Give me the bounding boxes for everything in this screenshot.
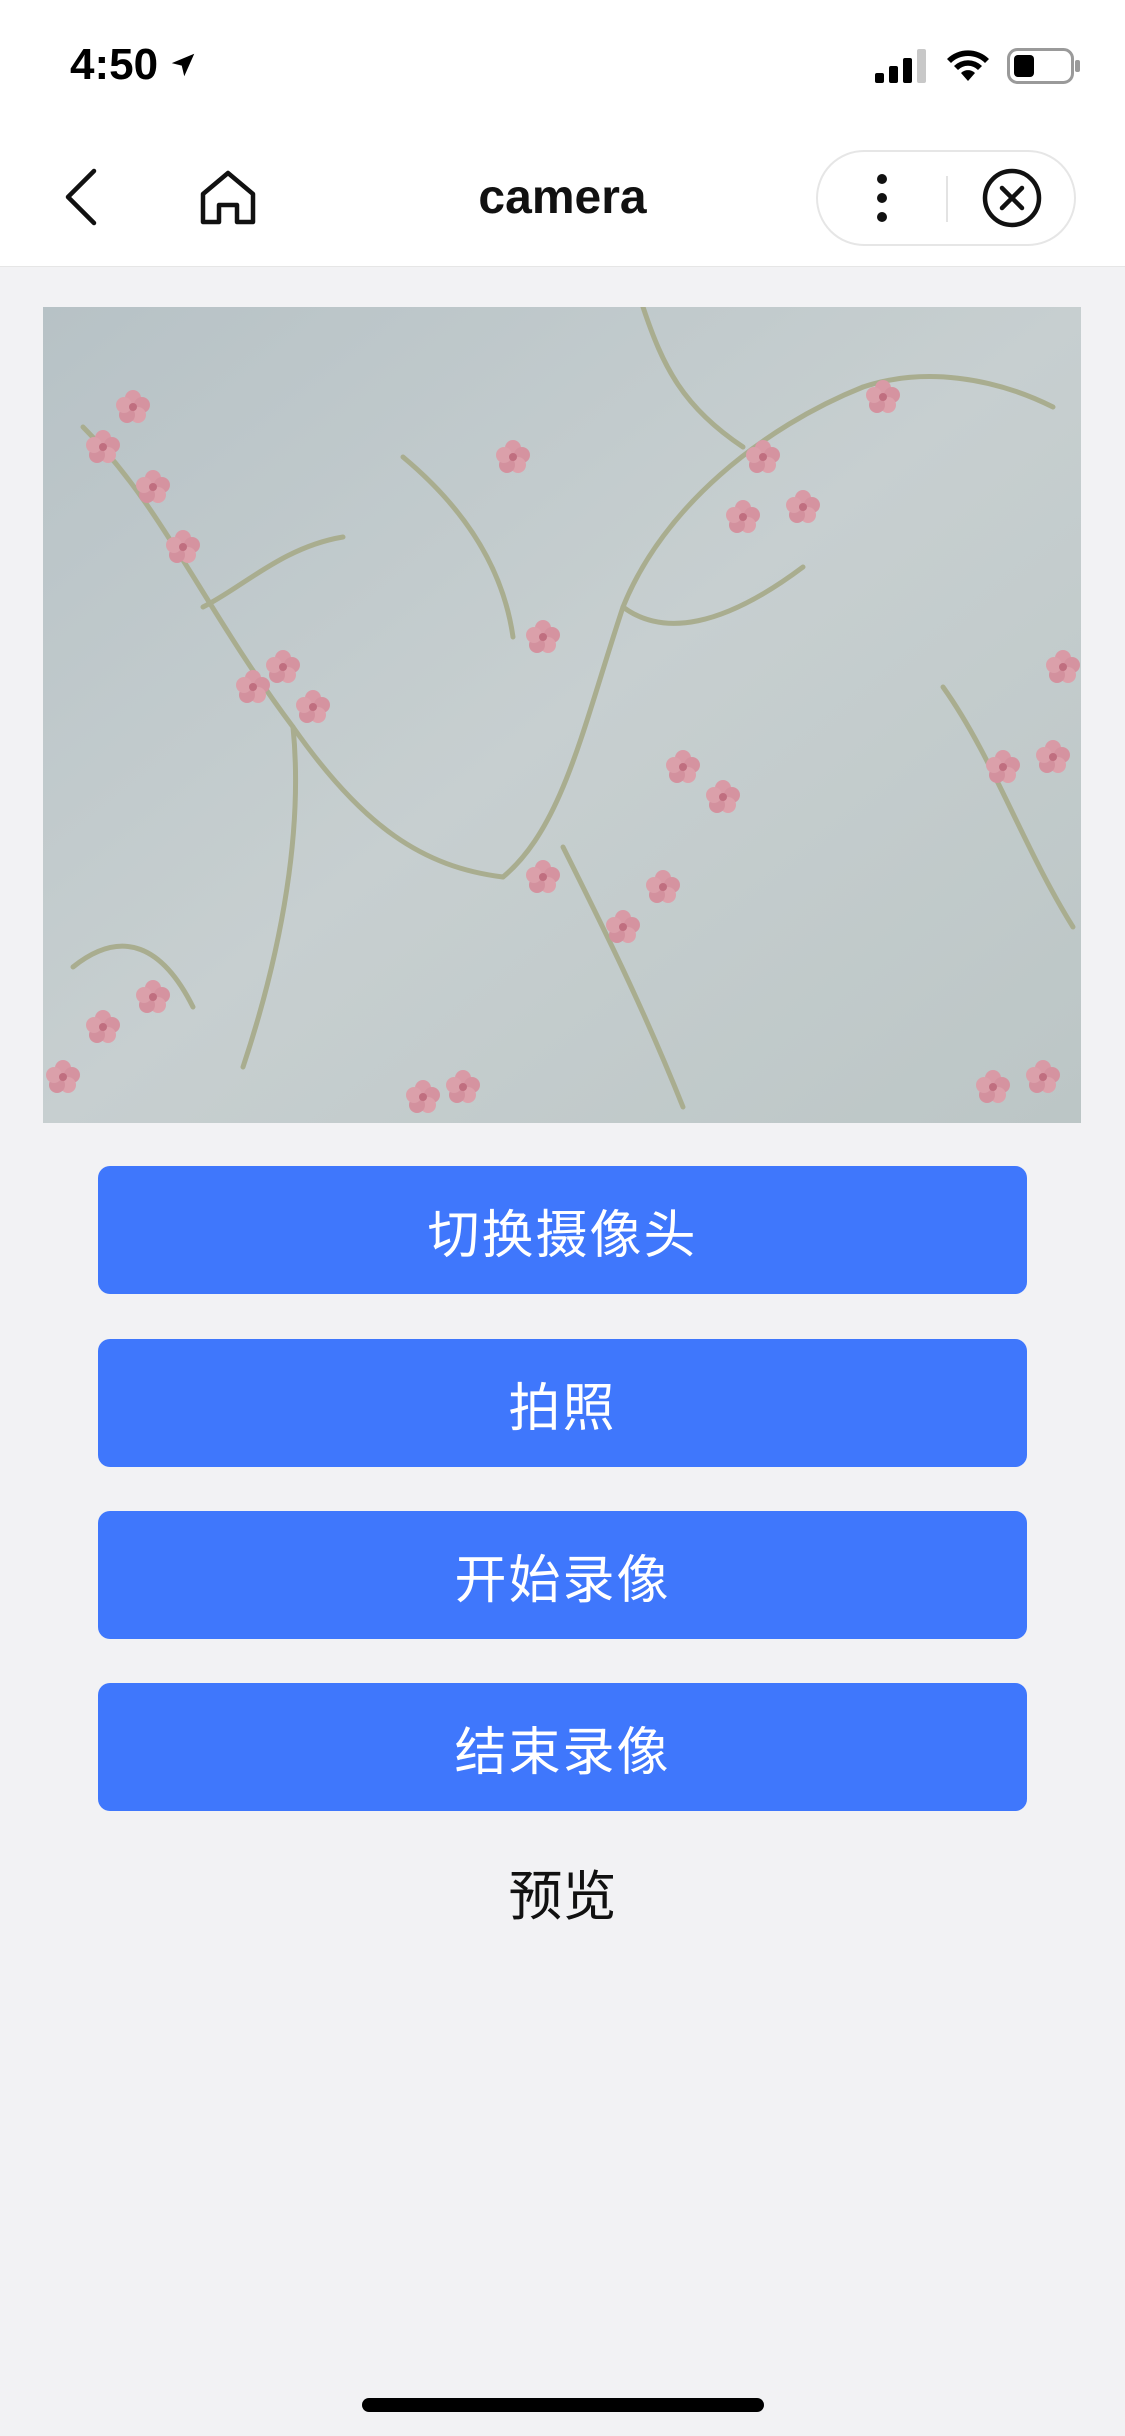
camera-preview[interactable]	[43, 307, 1081, 1123]
close-circle-icon	[982, 168, 1042, 228]
capsule-divider	[946, 176, 948, 222]
status-bar: 4:50	[0, 0, 1125, 132]
status-icons	[875, 48, 1081, 84]
switch-camera-button[interactable]: 切换摄像头	[98, 1166, 1027, 1294]
more-button[interactable]	[818, 152, 946, 244]
start-recording-button[interactable]: 开始录像	[98, 1511, 1027, 1639]
preview-label[interactable]: 预览	[0, 1852, 1125, 1931]
camera-feed-image	[43, 307, 1081, 1123]
home-indicator[interactable]	[362, 2398, 764, 2412]
wifi-icon	[947, 50, 989, 81]
location-arrow-icon	[171, 53, 195, 77]
cellular-signal-icon	[875, 49, 926, 83]
stop-recording-button[interactable]: 结束录像	[98, 1683, 1027, 1811]
close-button[interactable]	[950, 152, 1074, 244]
battery-icon	[1007, 48, 1080, 84]
mini-program-capsule	[816, 150, 1076, 246]
status-time-text: 4:50	[70, 40, 159, 89]
status-time: 4:50	[70, 40, 198, 90]
take-photo-button[interactable]: 拍照	[98, 1339, 1027, 1467]
more-vertical-icon	[877, 174, 887, 222]
nav-bar: camera	[0, 132, 1125, 267]
